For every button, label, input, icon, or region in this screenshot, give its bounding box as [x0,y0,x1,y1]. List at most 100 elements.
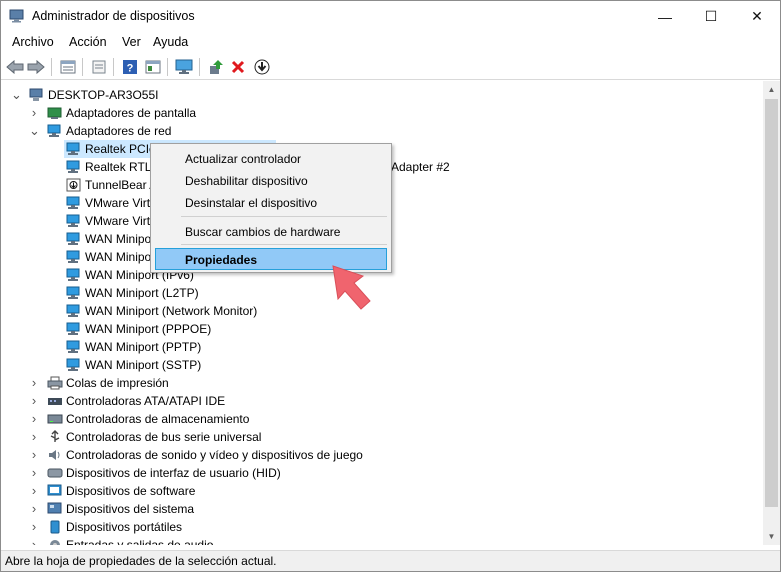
menu-item-update-driver[interactable]: Actualizar controlador [185,152,301,166]
computer-icon [29,88,45,102]
expand-chevron-icon[interactable]: › [29,428,39,446]
tree-item-label: Controladoras ATA/ATAPI IDE [66,394,226,408]
menu-accion[interactable]: Acción [69,35,107,49]
tree-item-label: Controladoras de almacenamiento [66,412,250,426]
maximize-button[interactable]: ☐ [688,1,734,32]
device-manager-window: Administrador de dispositivos — ☐ ✕ Arch… [0,0,781,572]
help-icon[interactable]: ? [121,58,139,76]
tree-item-label: DESKTOP-AR3O55I [48,88,159,102]
menu-item-scan-hardware[interactable]: Buscar cambios de hardware [185,225,340,239]
title-bar: Administrador de dispositivos — ☐ ✕ [1,1,780,32]
sound-icon [47,448,63,462]
properties-view-icon[interactable] [59,58,77,76]
expand-chevron-icon[interactable]: › [29,374,39,392]
tree-item-label: Adaptadores de red [66,124,172,138]
menu-separator [181,216,387,217]
menu-item-disable-device[interactable]: Deshabilitar dispositivo [185,174,308,188]
tree-item-label: Adaptadores de pantalla [66,106,197,120]
uninstall-icon[interactable] [229,58,247,76]
network-icon [66,250,82,264]
tree-item-label: WAN Miniport (L2TP) [85,286,199,300]
tree-item-label: WAN Minipor [85,250,156,264]
expand-chevron-icon[interactable]: › [29,446,39,464]
expand-chevron-icon[interactable]: › [29,464,39,482]
tree-item-label: VMware Virt [85,214,151,228]
vertical-scrollbar[interactable]: ▲ ▼ [763,81,780,545]
software-icon [47,484,63,498]
refresh-view-icon[interactable] [144,58,162,76]
expand-chevron-icon[interactable]: › [29,518,39,536]
network-icon [66,286,82,300]
tree-item-label: Dispositivos portátiles [66,520,183,534]
network-icon [66,304,82,318]
tree-item-label: WAN Miniport (SSTP) [85,358,202,372]
network-icon [66,340,82,354]
expand-chevron-icon[interactable]: › [29,410,39,428]
tree-item-label: Realtek PCIe [85,142,156,156]
expand-chevron-icon[interactable]: › [29,500,39,518]
ide-icon [47,394,63,408]
print-icon[interactable] [90,58,108,76]
storage-icon [47,412,63,426]
minimize-button[interactable]: — [642,1,688,32]
tree-item-label: Dispositivos de interfaz de usuario (HID… [66,466,281,480]
tree-item-label: WAN Minipor [85,232,156,246]
download-icon[interactable] [253,58,271,76]
toolbar: ? [1,54,780,80]
toolbar-separator [199,58,200,76]
forward-icon[interactable] [27,58,45,76]
expand-chevron-icon[interactable]: › [29,482,39,500]
monitor-icon[interactable] [175,58,193,76]
menu-ayuda[interactable]: Ayuda [153,35,188,49]
tree-item-label: Dispositivos de software [66,484,196,498]
tree-item-label: Colas de impresión [66,376,169,390]
tree-item-label-fragment: Adapter #2 [391,160,450,174]
pointer-arrow-icon [332,265,371,310]
printer-icon [47,376,63,390]
network-icon [66,358,82,372]
tree-item-label: Dispositivos del sistema [66,502,195,516]
tree-item-label: Realtek RTL8 [85,160,159,174]
device-manager-app-icon [9,9,25,23]
scroll-up-arrow-icon[interactable]: ▲ [763,81,780,98]
update-driver-icon[interactable] [207,58,225,76]
system-icon [47,502,63,516]
display-icon [47,106,63,120]
scroll-down-arrow-icon[interactable]: ▼ [763,528,780,545]
network-icon [66,232,82,246]
tree-item-label: Entradas y salidas de audio [66,538,214,545]
back-icon[interactable] [6,58,24,76]
status-bar: Abre la hoja de propiedades de la selecc… [1,550,780,571]
network-icon [66,214,82,228]
close-button[interactable]: ✕ [734,1,780,32]
portable-icon [47,520,63,534]
scroll-thumb[interactable] [765,99,778,507]
network-icon [66,268,82,282]
network-icon [66,160,82,174]
collapse-chevron-icon[interactable]: ⌄ [11,86,22,104]
status-text: Abre la hoja de propiedades de la selecc… [5,554,277,568]
menu-ver[interactable]: Ver [122,35,141,49]
context-menu: Actualizar controlador Deshabilitar disp… [150,143,392,273]
menu-item-properties[interactable]: Propiedades [185,253,257,267]
tunnel-icon [66,178,82,192]
network-icon [66,322,82,336]
tree-item-label: TunnelBear A [85,178,158,192]
menu-item-uninstall-device[interactable]: Desinstalar el dispositivo [185,196,317,210]
tree-item-label: WAN Miniport (Network Monitor) [85,304,258,318]
expand-chevron-icon[interactable]: › [29,104,39,122]
menu-archivo[interactable]: Archivo [12,35,54,49]
tree-item-label: VMware Virt [85,196,151,210]
network-icon [66,196,82,210]
toolbar-separator [167,58,168,76]
network-icon [47,124,63,138]
menu-bar: Archivo Acción Ver Ayuda [1,32,780,54]
audio-icon [47,538,63,545]
window-title: Administrador de dispositivos [32,9,195,23]
expand-chevron-icon[interactable]: › [29,536,39,545]
svg-text:?: ? [127,63,134,75]
expand-chevron-icon[interactable]: › [29,392,39,410]
tree-item-label: WAN Miniport (PPPOE) [85,322,212,336]
menu-separator [181,244,387,245]
collapse-chevron-icon[interactable]: ⌄ [29,122,40,140]
